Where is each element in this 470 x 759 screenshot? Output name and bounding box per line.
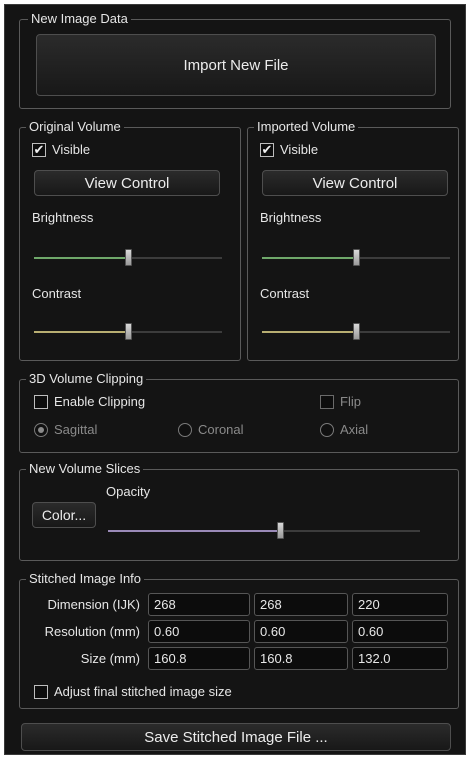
flip-checkbox[interactable]: Flip xyxy=(320,394,361,409)
imported-visible-checkbox[interactable]: ✔ Visible xyxy=(260,142,318,157)
imported-volume-legend: Imported Volume xyxy=(254,119,359,135)
radio-sagittal[interactable]: Sagittal xyxy=(34,422,97,437)
dimension-label: Dimension (IJK) xyxy=(47,597,140,612)
original-brightness-label: Brightness xyxy=(32,210,94,225)
size-label: Size (mm) xyxy=(80,651,140,666)
stitched-info-group: Stitched Image Info Dimension (IJK) 268 … xyxy=(19,571,459,709)
radio-axial-label: Axial xyxy=(340,422,369,437)
imported-contrast-label: Contrast xyxy=(260,286,310,301)
slices-legend: New Volume Slices xyxy=(26,461,144,477)
checkbox-unchecked-icon[interactable] xyxy=(320,394,334,409)
checkbox-checked-icon[interactable]: ✔ xyxy=(260,142,274,157)
original-visible-checkbox[interactable]: ✔ Visible xyxy=(32,142,90,157)
resolution-label: Resolution (mm) xyxy=(44,624,140,639)
resolution-i-field[interactable]: 0.60 xyxy=(148,620,250,643)
new-image-data-legend: New Image Data xyxy=(28,11,131,27)
clipping-group: 3D Volume Clipping Enable Clipping Flip … xyxy=(19,371,459,453)
original-visible-label: Visible xyxy=(52,142,91,157)
checkbox-unchecked-icon[interactable] xyxy=(34,394,48,409)
original-contrast-slider[interactable] xyxy=(34,323,222,340)
radio-coronal[interactable]: Coronal xyxy=(178,422,244,437)
original-volume-legend: Original Volume xyxy=(26,119,124,135)
imported-visible-label: Visible xyxy=(280,142,319,157)
slider-handle[interactable] xyxy=(125,249,132,266)
slices-group: New Volume Slices Opacity Color... xyxy=(19,461,459,561)
stitching-panel: New Image Data Import New File Original … xyxy=(4,4,466,755)
size-i-field[interactable]: 160.8 xyxy=(148,647,250,670)
imported-brightness-slider[interactable] xyxy=(262,249,450,266)
radio-axial[interactable]: Axial xyxy=(320,422,368,437)
slider-handle[interactable] xyxy=(353,249,360,266)
imported-view-control-button[interactable]: View Control xyxy=(262,170,448,196)
color-button[interactable]: Color... xyxy=(32,502,96,528)
save-stitched-file-button[interactable]: Save Stitched Image File ... xyxy=(21,723,451,751)
opacity-label: Opacity xyxy=(106,484,151,499)
dimension-j-field[interactable]: 268 xyxy=(254,593,348,616)
stitched-info-legend: Stitched Image Info xyxy=(26,571,145,587)
resolution-k-field[interactable]: 0.60 xyxy=(352,620,448,643)
adjust-size-label: Adjust final stitched image size xyxy=(54,684,232,699)
enable-clipping-checkbox[interactable]: Enable Clipping xyxy=(34,394,145,409)
import-new-file-button[interactable]: Import New File xyxy=(36,34,436,96)
resolution-j-field[interactable]: 0.60 xyxy=(254,620,348,643)
slider-handle[interactable] xyxy=(276,522,284,539)
original-view-control-button[interactable]: View Control xyxy=(34,170,220,196)
imported-brightness-label: Brightness xyxy=(260,210,322,225)
original-brightness-slider[interactable] xyxy=(34,249,222,266)
dimension-k-field[interactable]: 220 xyxy=(352,593,448,616)
dimension-i-field[interactable]: 268 xyxy=(148,593,250,616)
clipping-legend: 3D Volume Clipping xyxy=(26,371,147,387)
radio-unselected-icon[interactable] xyxy=(320,422,334,437)
radio-unselected-icon[interactable] xyxy=(178,422,192,437)
radio-sagittal-label: Sagittal xyxy=(54,422,98,437)
radio-coronal-label: Coronal xyxy=(198,422,244,437)
slider-handle[interactable] xyxy=(125,323,132,340)
new-image-data-group: New Image Data Import New File xyxy=(19,11,451,109)
checkbox-checked-icon[interactable]: ✔ xyxy=(32,142,46,157)
imported-volume-group: Imported Volume ✔ Visible View Control B… xyxy=(247,119,459,361)
size-j-field[interactable]: 160.8 xyxy=(254,647,348,670)
radio-selected-icon[interactable] xyxy=(34,422,48,437)
opacity-slider[interactable] xyxy=(108,522,420,539)
imported-contrast-slider[interactable] xyxy=(262,323,450,340)
original-contrast-label: Contrast xyxy=(32,286,82,301)
flip-label: Flip xyxy=(340,394,361,409)
checkbox-unchecked-icon[interactable] xyxy=(34,684,48,699)
slider-handle[interactable] xyxy=(353,323,360,340)
size-k-field[interactable]: 132.0 xyxy=(352,647,448,670)
enable-clipping-label: Enable Clipping xyxy=(54,394,146,409)
original-volume-group: Original Volume ✔ Visible View Control B… xyxy=(19,119,241,361)
adjust-size-checkbox[interactable]: Adjust final stitched image size xyxy=(34,684,232,699)
